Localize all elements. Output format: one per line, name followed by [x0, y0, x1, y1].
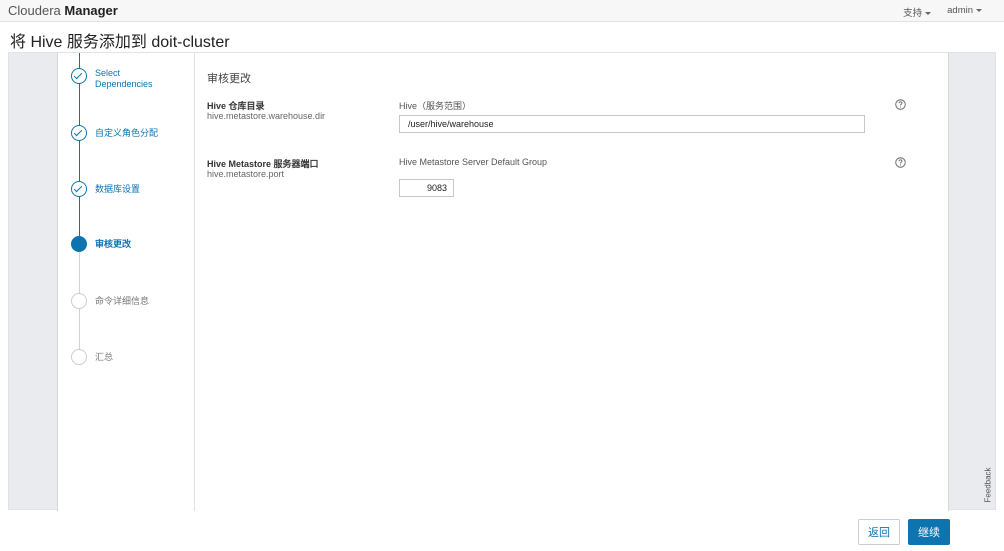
check-circle-icon: [71, 181, 87, 197]
review-changes-content: 审核更改 Hive 仓库目录 hive.metastore.warehouse.…: [207, 53, 937, 511]
wizard-steps-nav: Select Dependencies 自定义角色分配 数据库设置 审核更改 命…: [58, 53, 195, 511]
help-icon[interactable]: [895, 157, 906, 168]
property-scope: Hive（服务范围）: [399, 101, 472, 111]
step-command-details: 命令详细信息: [71, 293, 175, 309]
brand-prefix: Cloudera: [8, 3, 61, 18]
caret-down-icon: [925, 11, 932, 15]
metastore-port-input[interactable]: [399, 179, 454, 197]
warehouse-dir-input[interactable]: [399, 115, 865, 133]
step-custom-role-assignment[interactable]: 自定义角色分配: [71, 125, 175, 141]
help-icon[interactable]: [895, 99, 906, 110]
step-database-setup[interactable]: 数据库设置: [71, 181, 175, 197]
user-menu-label: admin: [947, 5, 973, 16]
step-review-changes[interactable]: 审核更改: [71, 236, 175, 252]
wizard-frame: Select Dependencies 自定义角色分配 数据库设置 审核更改 命…: [8, 52, 996, 511]
top-nav: 支持 admin: [903, 5, 982, 19]
step-label: Select Dependencies: [95, 68, 153, 89]
step-label: 自定义角色分配: [95, 128, 159, 138]
section-title: 审核更改: [207, 73, 251, 85]
support-menu-label: 支持: [903, 8, 923, 19]
brand-strong: Manager: [64, 3, 118, 18]
feedback-label: Feedback: [983, 467, 993, 503]
step-label: 命令详细信息: [95, 296, 150, 306]
step-label: 汇总: [95, 352, 114, 362]
property-key: hive.metastore.warehouse.dir: [207, 111, 326, 121]
caret-down-icon: [976, 8, 982, 12]
pending-step-icon: [71, 349, 87, 365]
check-circle-icon: [71, 68, 87, 84]
pending-step-icon: [71, 293, 87, 309]
page-title: 将 Hive 服务添加到 doit-cluster: [10, 34, 230, 51]
wizard-panel: Select Dependencies 自定义角色分配 数据库设置 审核更改 命…: [57, 53, 949, 511]
current-step-icon: [71, 236, 87, 252]
property-key: hive.metastore.port: [207, 169, 285, 179]
property-scope: Hive Metastore Server Default Group: [399, 157, 548, 167]
user-menu[interactable]: admin: [947, 5, 982, 19]
step-summary: 汇总: [71, 349, 175, 365]
brand-logo[interactable]: Cloudera Manager: [8, 3, 118, 18]
support-menu[interactable]: 支持: [903, 5, 932, 19]
back-button[interactable]: 返回: [858, 519, 900, 545]
wizard-steps: Select Dependencies 自定义角色分配 数据库设置 审核更改 命…: [58, 53, 195, 511]
step-label: 数据库设置: [95, 184, 141, 194]
continue-button[interactable]: 继续: [908, 519, 950, 545]
step-select-dependencies[interactable]: Select Dependencies: [71, 68, 175, 90]
check-circle-icon: [71, 125, 87, 141]
top-navbar: Cloudera Manager 支持 admin: [0, 0, 1004, 22]
feedback-tab[interactable]: Feedback: [981, 462, 995, 508]
step-label: 审核更改: [95, 239, 132, 249]
